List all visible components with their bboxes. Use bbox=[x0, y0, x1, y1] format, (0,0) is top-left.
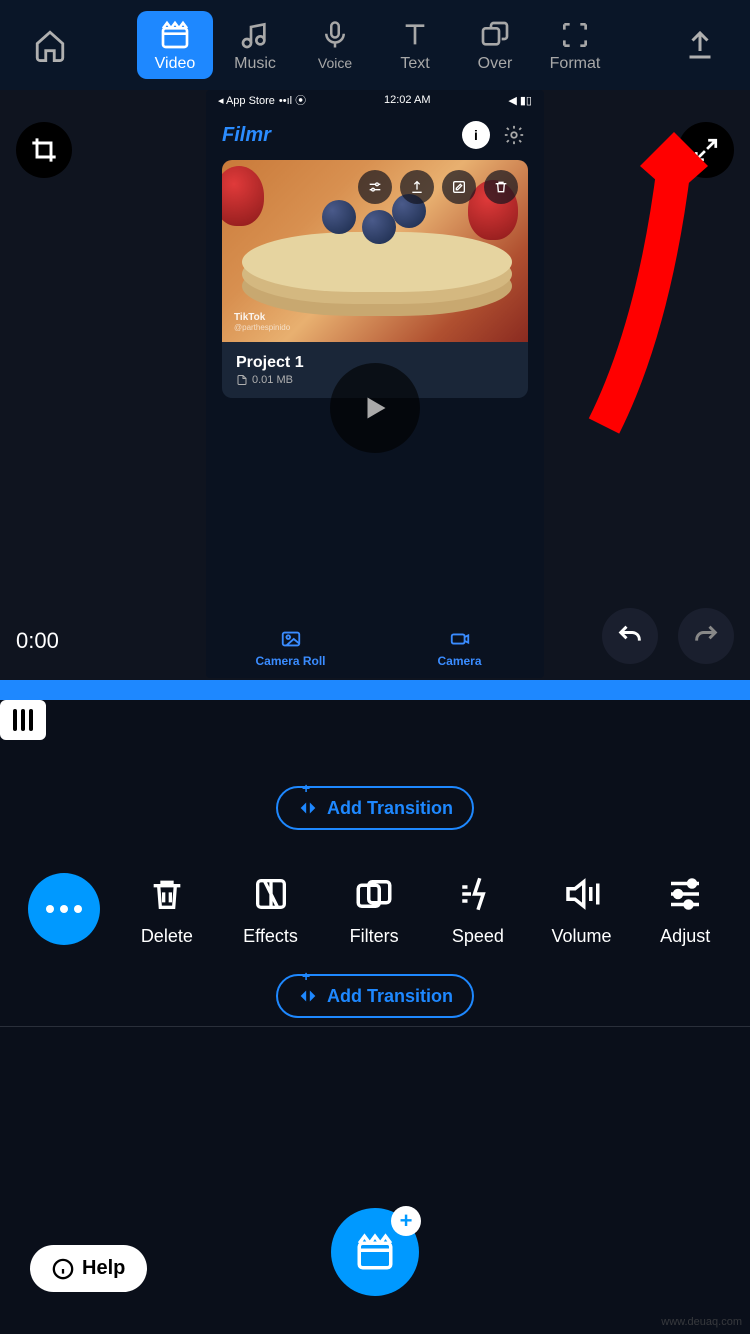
tool-volume[interactable]: Volume bbox=[545, 872, 619, 947]
format-icon bbox=[559, 19, 591, 51]
phone-header: Filmr i bbox=[206, 110, 544, 160]
transition-icon bbox=[297, 985, 319, 1007]
mode-tabs: Video Music Voice Text Over Format bbox=[80, 11, 670, 79]
crop-button[interactable] bbox=[16, 122, 72, 178]
tool-effects[interactable]: Effects bbox=[234, 872, 308, 947]
thumb-delete-button[interactable] bbox=[484, 170, 518, 204]
expand-icon bbox=[693, 137, 719, 163]
trash-icon bbox=[493, 179, 509, 195]
play-icon bbox=[357, 390, 393, 426]
edit-tools: Delete Effects Filters Speed Volume Adju… bbox=[0, 844, 750, 974]
statusbar-time: 12:02 AM bbox=[384, 94, 430, 106]
tab-label: Text bbox=[400, 55, 429, 73]
adjust-icon bbox=[664, 873, 706, 915]
watermark-tiktok: TikTok @parthespinido bbox=[234, 312, 290, 332]
top-toolbar: Video Music Voice Text Over Format bbox=[0, 0, 750, 90]
help-button[interactable]: Help bbox=[30, 1245, 147, 1292]
trash-icon bbox=[147, 874, 187, 914]
file-icon bbox=[236, 374, 248, 386]
export-button[interactable] bbox=[670, 15, 730, 75]
edit-section: + Add Transition Delete Effects Filters … bbox=[0, 786, 750, 1027]
add-transition-top[interactable]: + Add Transition bbox=[276, 786, 474, 830]
home-icon bbox=[33, 28, 67, 62]
tool-speed[interactable]: Speed bbox=[441, 872, 515, 947]
home-button[interactable] bbox=[20, 15, 80, 75]
thumb-settings-button[interactable] bbox=[358, 170, 392, 204]
clapperboard-icon bbox=[354, 1231, 396, 1273]
info-icon bbox=[52, 1258, 74, 1280]
tool-delete[interactable]: Delete bbox=[130, 872, 204, 947]
overlay-icon bbox=[479, 19, 511, 51]
timeline-handle[interactable] bbox=[0, 700, 46, 740]
tab-label: Format bbox=[550, 55, 601, 73]
gear-icon bbox=[503, 124, 525, 146]
text-icon bbox=[399, 19, 431, 51]
tab-label: Video bbox=[155, 55, 196, 73]
tab-music[interactable]: Music bbox=[217, 11, 293, 79]
music-icon bbox=[239, 19, 271, 51]
statusbar-back-text: ◂ App Store bbox=[218, 94, 275, 107]
filters-icon bbox=[353, 873, 395, 915]
page-watermark: www.deuaq.com bbox=[661, 1316, 742, 1328]
tab-label: Over bbox=[478, 55, 513, 73]
tool-adjust[interactable]: Adjust bbox=[648, 872, 722, 947]
speed-icon bbox=[457, 873, 499, 915]
app-logo: Filmr bbox=[222, 124, 452, 147]
add-transition-bottom[interactable]: + Add Transition bbox=[276, 974, 474, 1018]
preview-canvas[interactable]: ◂ App Store••ıl ⦿ 12:02 AM ◀ ▮▯ Filmr i bbox=[206, 90, 544, 678]
phone-bottom-nav: Camera Roll Camera bbox=[206, 618, 544, 678]
tab-label: Voice bbox=[318, 55, 352, 71]
share-icon bbox=[409, 179, 425, 195]
camera-icon bbox=[449, 628, 471, 650]
more-button[interactable] bbox=[28, 873, 100, 945]
microphone-icon bbox=[320, 20, 350, 50]
thumbnail-actions bbox=[358, 170, 518, 204]
thumb-share-button[interactable] bbox=[400, 170, 434, 204]
clapperboard-icon bbox=[159, 19, 191, 51]
upload-icon bbox=[682, 27, 718, 63]
image-icon bbox=[280, 628, 302, 650]
preview-area: ◂ App Store••ıl ⦿ 12:02 AM ◀ ▮▯ Filmr i bbox=[0, 90, 750, 680]
effects-icon bbox=[251, 874, 291, 914]
redo-icon bbox=[692, 622, 720, 650]
project-thumbnail: TikTok @parthespinido bbox=[222, 160, 528, 342]
tab-video[interactable]: Video bbox=[137, 11, 213, 79]
timestamp: 0:00 bbox=[16, 628, 59, 654]
tab-text[interactable]: Text bbox=[377, 11, 453, 79]
fullscreen-button[interactable] bbox=[678, 122, 734, 178]
undo-icon bbox=[616, 622, 644, 650]
tab-over[interactable]: Over bbox=[457, 11, 533, 79]
undo-button[interactable] bbox=[602, 608, 658, 664]
tab-voice[interactable]: Voice bbox=[297, 11, 373, 79]
camera-button[interactable]: Camera bbox=[375, 618, 544, 678]
plus-badge: + bbox=[391, 1206, 421, 1236]
add-clip-button[interactable]: + bbox=[331, 1208, 419, 1296]
sliders-icon bbox=[367, 179, 383, 195]
tool-filters[interactable]: Filters bbox=[337, 872, 411, 947]
volume-icon bbox=[561, 873, 603, 915]
timeline-strip[interactable] bbox=[0, 680, 750, 700]
settings-button[interactable] bbox=[500, 121, 528, 149]
transition-icon bbox=[297, 797, 319, 819]
tab-format[interactable]: Format bbox=[537, 11, 613, 79]
crop-icon bbox=[30, 136, 58, 164]
tab-label: Music bbox=[234, 55, 276, 73]
info-button[interactable]: i bbox=[462, 121, 490, 149]
thumb-edit-button[interactable] bbox=[442, 170, 476, 204]
phone-statusbar: ◂ App Store••ıl ⦿ 12:02 AM ◀ ▮▯ bbox=[206, 90, 544, 110]
play-button[interactable] bbox=[330, 363, 420, 453]
edit-icon bbox=[451, 179, 467, 195]
redo-button[interactable] bbox=[678, 608, 734, 664]
camera-roll-button[interactable]: Camera Roll bbox=[206, 618, 375, 678]
